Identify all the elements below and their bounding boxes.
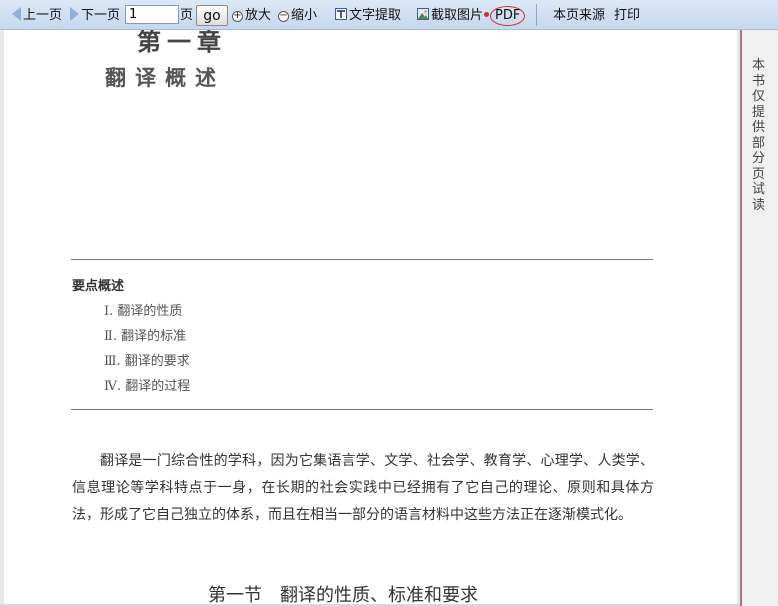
text-document-icon [335, 8, 347, 20]
divider-bottom [71, 409, 653, 410]
body-paragraph: 翻译是一门综合性的学科，因为它集语言学、文学、社会学、教育学、心理学、人类学、信… [72, 453, 654, 523]
plus-circle-icon: + [232, 10, 243, 22]
key-point-item: Ⅱ. 翻译的标准 [104, 329, 187, 344]
image-icon [417, 8, 429, 20]
prev-page-label: 上一页 [23, 8, 63, 23]
triangle-right-icon [70, 7, 79, 21]
page-number-input[interactable] [125, 5, 179, 24]
capture-image-button[interactable]: 截取图片 [417, 0, 483, 30]
pdf-button[interactable]: PDF [484, 0, 526, 30]
next-page-label: 下一页 [81, 8, 121, 23]
reader-toolbar: 上一页 下一页 页 go +放大 −缩小 文字提取 截取图片 PDF 本页来源 … [0, 0, 778, 30]
trial-notice-text: 本书仅提供部分页试读 [752, 58, 766, 213]
zoom-out-label: 缩小 [291, 8, 318, 23]
extract-text-button[interactable]: 文字提取 [335, 0, 401, 30]
toolbar-divider [536, 4, 537, 26]
zoom-in-label: 放大 [245, 8, 272, 23]
document-page: 第一章 翻译概述 要点概述 Ⅰ. 翻译的性质 Ⅱ. 翻译的标准 Ⅲ. 翻译的要求… [4, 30, 737, 606]
trial-notice-panel: 本书仅提供部分页试读 [740, 30, 778, 606]
triangle-left-icon [12, 7, 21, 21]
capture-image-label: 截取图片 [431, 8, 484, 23]
extract-text-label: 文字提取 [349, 8, 402, 23]
minus-circle-icon: − [278, 10, 289, 22]
next-page-button[interactable]: 下一页 [70, 0, 120, 30]
zoom-in-button[interactable]: + 放大 [232, 0, 271, 30]
page-source-link[interactable]: 本页来源 [553, 0, 605, 30]
key-point-item: Ⅲ. 翻译的要求 [104, 354, 190, 369]
pdf-label: PDF [490, 6, 526, 26]
section-title: 第一节 翻译的性质、标准和要求 [208, 585, 478, 606]
chapter-number: 第一章 [137, 30, 227, 56]
zoom-out-button[interactable]: − 缩小 [278, 0, 317, 30]
prev-page-button[interactable]: 上一页 [12, 0, 62, 30]
chapter-title: 翻译概述 [105, 65, 225, 90]
key-point-item: Ⅰ. 翻译的性质 [104, 304, 183, 319]
key-points-heading: 要点概述 [72, 279, 125, 294]
page-suffix-label: 页 [180, 8, 194, 23]
key-point-item: Ⅳ. 翻译的过程 [104, 379, 191, 394]
go-button[interactable]: go [196, 5, 228, 26]
red-dot-icon [484, 12, 489, 17]
divider-top [71, 259, 653, 260]
print-link[interactable]: 打印 [614, 0, 640, 30]
